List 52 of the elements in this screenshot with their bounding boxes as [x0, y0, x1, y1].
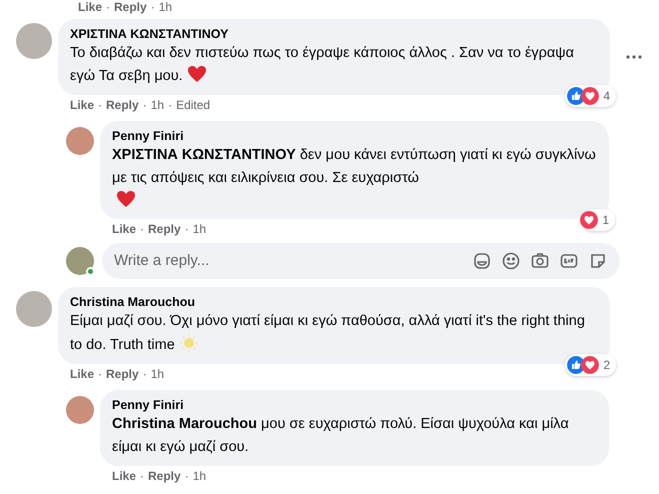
like-link[interactable]: Like [78, 0, 102, 15]
comment-text: ΧΡΙΣΤΙΝΑ ΚΩΝΣΤΑΝΤΙΝΟΥ δεν μου κάνει εντύπωση γιατί κι εγώ συγκλίνω με τις απόψεις και ειλικρίνεια σου. Σε ευχαριστώ [112, 146, 597, 188]
separator-dot: · [98, 97, 102, 113]
reply-field[interactable]: Write a reply... [102, 243, 620, 279]
separator-dot: · [142, 366, 147, 382]
comment-author[interactable]: Penny Finiri [112, 397, 597, 413]
comment-time: 1h [192, 468, 206, 484]
reaction-count: 1 [602, 212, 610, 229]
gif-icon[interactable] [559, 251, 579, 271]
separator-dot: · [142, 97, 147, 113]
reaction-count: 2 [603, 357, 611, 374]
reply-link[interactable]: Reply [148, 468, 181, 484]
reaction-badge[interactable]: 2 [565, 354, 616, 376]
separator-dot: · [140, 468, 144, 484]
like-link[interactable]: Like [112, 468, 136, 484]
reaction-count: 4 [603, 88, 611, 105]
comment-author[interactable]: Christina Marouchou [70, 294, 598, 310]
smiley-icon[interactable] [501, 251, 521, 271]
reaction-badge[interactable]: 4 [565, 85, 616, 107]
separator-dot: · [98, 366, 102, 382]
comment-time: 1h [150, 366, 164, 382]
like-link[interactable]: Like [112, 221, 136, 237]
reply-link[interactable]: Reply [106, 97, 139, 113]
separator-dot: · [140, 221, 144, 237]
sticker-icon[interactable] [588, 251, 608, 271]
comment-author[interactable]: Penny Finiri [112, 128, 597, 144]
avatar-placeholder[interactable] [66, 127, 94, 155]
comment-text: Christina Marouchou μου σε ευχαριστώ πολύ. Είσαι ψυχούλα και μίλα είμαι κι εγώ μαζί σου. [112, 415, 570, 457]
comment-time: 1h [192, 221, 206, 237]
separator-dot: · [184, 221, 189, 237]
reply-link[interactable]: Reply [114, 0, 147, 15]
avatar-placeholder[interactable] [66, 396, 94, 424]
reaction-badge[interactable]: 1 [582, 209, 615, 231]
camera-icon[interactable] [530, 251, 550, 271]
separator-dot: · [184, 468, 189, 484]
sticker-face-icon[interactable] [472, 251, 492, 271]
separator-dot: · [106, 0, 110, 15]
separator-dot: · [150, 0, 155, 15]
separator-dot: · [168, 97, 172, 113]
comment-time: 1h [150, 97, 164, 113]
avatar-placeholder[interactable] [66, 247, 94, 275]
reply-link[interactable]: Reply [106, 366, 139, 382]
reply-link[interactable]: Reply [148, 221, 181, 237]
comment-author[interactable]: ΧΡΙΣΤΙΝΑ ΚΩΝΣΤΑΝΤΙΝΟΥ [70, 26, 598, 42]
more-options-icon[interactable] [626, 55, 642, 59]
reply-input-field[interactable]: Write a reply... [114, 250, 472, 272]
like-link[interactable]: Like [70, 97, 94, 113]
comment-text: Είμαι μαζί σου. Όχι μόνο γιατί είμαι κι εγώ παθούσα, αλλά γιατί it's the right thing to do. Truth time [70, 312, 586, 355]
comment-time: 1h [158, 0, 172, 15]
like-link[interactable]: Like [70, 366, 94, 382]
comment-text: Το διαβάζω και δεν πιστεύω πως το έγραψε κάποιος άλλος . Σαν να το έγραψα εγώ Τα σεβη μου. [70, 44, 576, 86]
edited-label: Edited [176, 97, 210, 113]
